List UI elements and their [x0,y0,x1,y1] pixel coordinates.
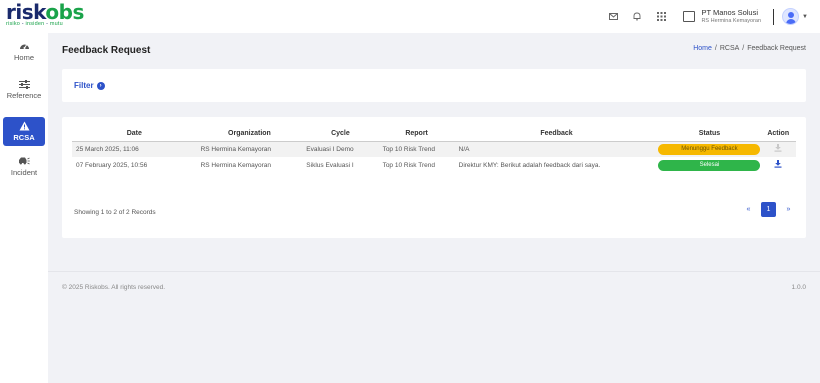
pagination: « 1 » [736,202,796,217]
sidebar-item-label: RCSA [13,133,35,142]
cell-report: Top 10 Risk Trend [382,161,435,169]
column-header-action: Action [760,127,796,142]
cell-feedback: N/A [454,141,659,157]
building-icon [683,11,696,22]
feedback-table: Date Organization Cycle Report Feedback … [72,127,796,173]
column-header-report[interactable]: Report [378,127,455,142]
cell-action [760,157,796,173]
sliders-icon [18,80,30,89]
feedback-table-card: Date Organization Cycle Report Feedback … [62,117,806,238]
cell-action [760,141,796,157]
download-icon[interactable] [774,160,782,168]
sidebar-item-incident[interactable]: Incident [3,156,45,177]
filter-label: Filter [74,81,94,90]
filter-toggle[interactable]: Filter › [74,81,105,90]
cell-cycle: Evaluasi I Demo [302,141,379,157]
car-crash-icon [19,157,30,165]
breadcrumb: Home / RCSA / Feedback Request [693,45,806,52]
sidebar-item-rcsa[interactable]: RCSA [3,117,45,146]
filter-card: Filter › [62,69,806,102]
speedometer-icon [19,44,29,49]
warning-icon [19,121,29,131]
records-summary: Showing 1 to 2 of 2 Records [74,209,156,216]
footer-divider [48,271,820,272]
download-icon[interactable] [774,144,782,152]
header-actions: PT Manos Solusi RS Hermina Kemayoran ▼ [603,0,820,33]
column-header-feedback[interactable]: Feedback [454,127,659,142]
sidebar: Home Reference RCSA Incident [0,33,48,383]
cell-date: 07 February 2025, 10:56 [76,161,148,169]
sidebar-item-home[interactable]: Home [3,41,45,62]
sidebar-item-reference[interactable]: Reference [3,80,45,100]
tagline-part-b: insiden [25,21,45,27]
chevron-right-circle-icon: › [96,81,105,90]
table-row[interactable]: 25 March 2025, 11:06 RS Hermina Kemayora… [72,141,796,157]
cell-organization: RS Hermina Kemayoran [200,161,272,169]
page-title: Feedback Request [62,45,151,56]
pagination-page-1[interactable]: 1 [761,202,776,217]
tagline-part-c: mutu [49,21,63,27]
sidebar-item-label: Incident [10,168,38,177]
company-unit: RS Hermina Kemayoran [701,17,762,24]
copyright-text: © 2025 Riskobs. All rights reserved. [62,284,166,291]
company-switcher[interactable]: PT Manos Solusi RS Hermina Kemayoran [683,7,762,25]
apps-grid-icon[interactable] [656,12,666,22]
mail-icon[interactable] [608,12,618,22]
column-header-status[interactable]: Status [658,127,761,142]
sidebar-item-label: Home [13,53,34,62]
version-text: 1.0.0 [791,284,806,291]
breadcrumb-home[interactable]: Home [693,45,712,52]
cell-status: Selesai [658,157,761,173]
cell-report: Top 10 Risk Trend [378,141,455,157]
breadcrumb-separator: / [714,45,717,52]
column-header-date[interactable]: Date [72,127,197,142]
top-bar: riskobs risiko - insiden - mutu PT Manos… [0,0,820,33]
table-header-row: Date Organization Cycle Report Feedback … [72,127,796,142]
column-header-organization[interactable]: Organization [196,127,303,142]
company-name: PT Manos Solusi [701,7,758,17]
table-row[interactable]: 07 February 2025, 10:56 RS Hermina Kemay… [72,157,796,173]
cell-cycle: Siklus Evaluasi I [306,161,354,169]
user-avatar-icon[interactable] [782,8,800,25]
logo-wordmark: riskobs [6,2,84,22]
breadcrumb-current: Feedback Request [747,45,806,52]
sidebar-item-label: Reference [6,91,42,100]
cell-date: 25 March 2025, 11:06 [72,141,197,157]
column-header-cycle[interactable]: Cycle [302,127,379,142]
breadcrumb-separator: / [742,45,745,52]
tagline-part-a: risiko [6,21,21,27]
chevron-down-icon[interactable]: ▼ [802,14,808,20]
cell-feedback: Direktur KMY: Berikut adalah feedback da… [458,161,601,169]
breadcrumb-rcsa[interactable]: RCSA [720,45,739,52]
cell-status: Menunggu Feedback [658,141,761,157]
status-badge: Selesai [658,159,761,171]
app-logo[interactable]: riskobs risiko - insiden - mutu [6,2,84,27]
pagination-prev[interactable]: « [741,202,756,217]
bell-icon[interactable] [632,12,642,22]
status-badge: Menunggu Feedback [658,143,761,155]
header-divider [773,8,775,25]
cell-organization: RS Hermina Kemayoran [196,141,303,157]
pagination-next[interactable]: » [781,202,796,217]
